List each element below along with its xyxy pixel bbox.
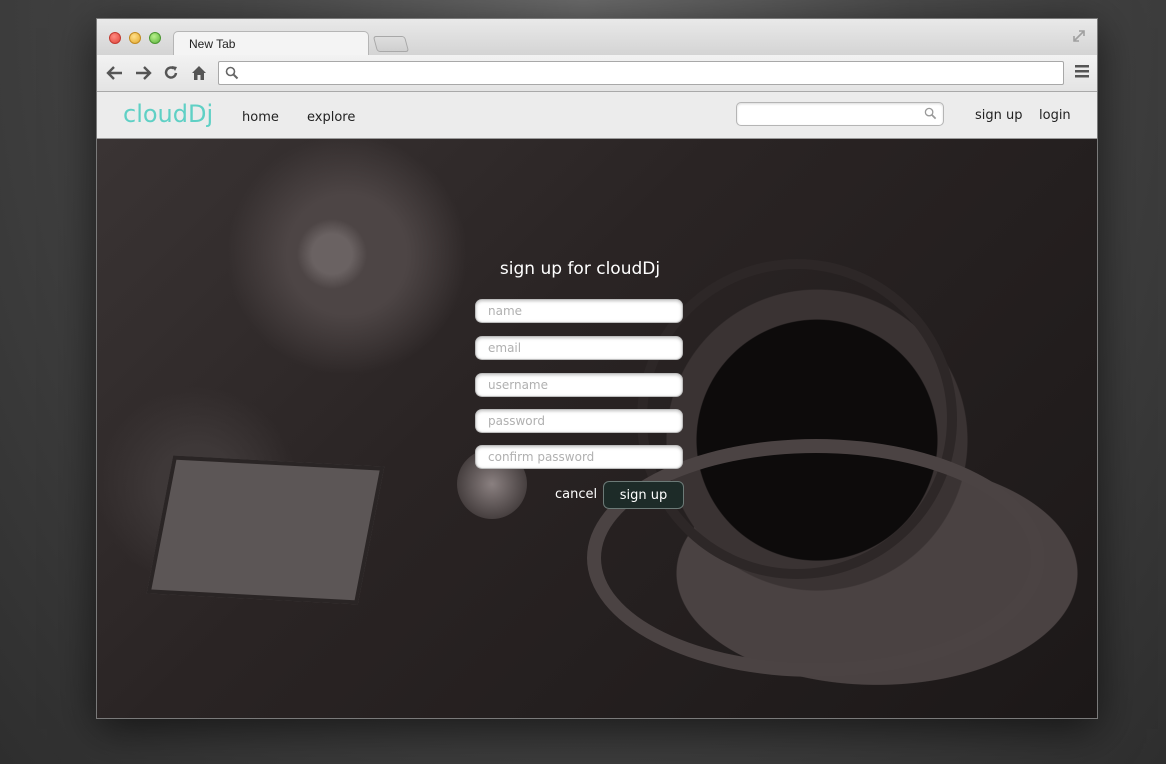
browser-window: New Tab cloudDj home explore sign up log… [96,18,1098,719]
site-search-box[interactable] [736,102,944,126]
hero-background-image: sign up for cloudDj cancel sign up [97,139,1097,718]
nav-home-link[interactable]: home [242,110,279,125]
nav-explore-link[interactable]: explore [307,110,355,125]
site-navbar: cloudDj home explore sign up login [97,92,1097,139]
confirm-password-field[interactable] [475,445,683,469]
bokeh-decoration [297,219,367,289]
email-field[interactable] [475,336,683,360]
title-bar: New Tab [97,19,1097,56]
new-tab-button[interactable] [372,36,410,52]
maximize-window-button[interactable] [149,32,161,44]
turntable-ring-decoration [587,439,1045,677]
name-field[interactable] [475,299,683,323]
minimize-window-button[interactable] [129,32,141,44]
fullscreen-icon[interactable] [1071,28,1087,44]
tab-title: New Tab [189,37,236,51]
site-search-input[interactable] [743,106,917,124]
search-icon [225,66,239,85]
home-icon[interactable] [189,63,209,83]
reload-icon[interactable] [161,63,181,83]
password-field[interactable] [475,409,683,433]
web-page: cloudDj home explore sign up login sign … [97,92,1097,718]
nav-signup-link[interactable]: sign up [975,108,1023,123]
site-logo[interactable]: cloudDj [123,100,213,128]
search-icon[interactable] [924,107,937,125]
address-bar[interactable] [218,61,1064,85]
menu-icon[interactable] [1075,65,1089,83]
cancel-button[interactable]: cancel [555,487,597,502]
forward-arrow-icon[interactable] [133,63,153,83]
signup-submit-button[interactable]: sign up [603,481,684,509]
browser-toolbar [97,55,1097,92]
address-input[interactable] [245,64,1049,84]
mixer-screen-decoration [146,455,385,605]
nav-login-link[interactable]: login [1039,108,1071,123]
close-window-button[interactable] [109,32,121,44]
signup-title: sign up for cloudDj [499,259,661,279]
username-field[interactable] [475,373,683,397]
back-arrow-icon[interactable] [105,63,125,83]
